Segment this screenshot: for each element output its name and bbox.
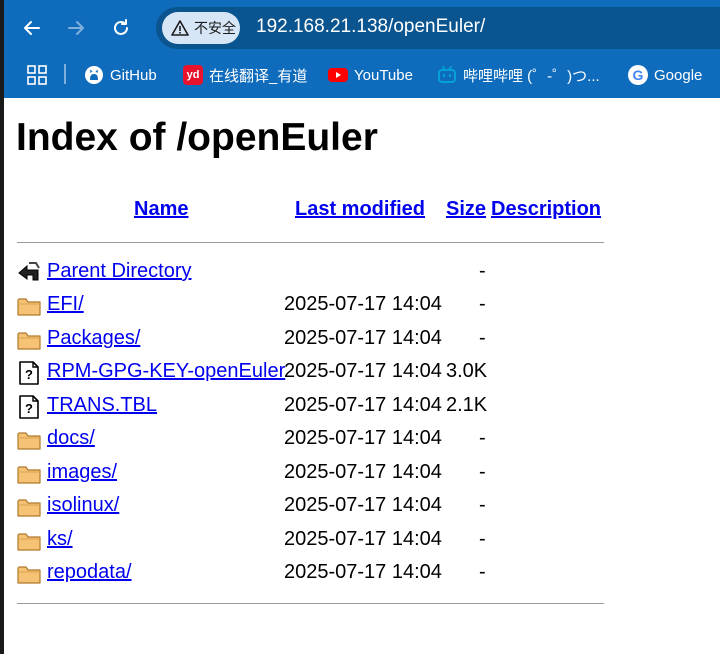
folder-icon — [16, 494, 42, 520]
google-icon: G — [628, 65, 648, 85]
last-modified-cell: 2025-07-17 14:04 — [284, 527, 442, 550]
table-row: ? RPM-GPG-KEY-openEuler 2025-07-17 14:04 3.… — [16, 358, 616, 386]
folder-icon — [16, 327, 42, 353]
apps-grid-icon — [27, 65, 47, 85]
table-row: Packages/2025-07-17 14:04 - — [16, 325, 616, 353]
bookmark-label: GitHub — [110, 66, 157, 84]
column-header-description[interactable]: Description — [491, 198, 601, 221]
table-row: ? TRANS.TBL 2025-07-17 14:04 2.1K — [16, 392, 616, 420]
svg-text:?: ? — [25, 401, 33, 416]
last-modified-cell: 2025-07-17 14:04 — [284, 293, 442, 315]
folder-icon — [16, 461, 42, 487]
back-arrow-icon — [24, 21, 40, 35]
last-modified-cell: 2025-07-17 14:04 — [284, 427, 442, 449]
entry-link[interactable]: RPM-GPG-KEY-openEuler — [47, 360, 285, 383]
warning-icon — [171, 20, 189, 36]
header-divider — [17, 242, 604, 243]
last-modified-cell: 2025-07-17 14:04 — [284, 460, 442, 483]
table-row: images/2025-07-17 14:04 - — [16, 459, 616, 487]
entry-link[interactable]: isolinux/ — [47, 494, 119, 517]
parent-directory-link[interactable]: Parent Directory — [47, 260, 192, 283]
github-icon — [84, 65, 104, 85]
folder-icon — [16, 528, 42, 554]
folder-icon — [16, 293, 42, 319]
bookmarks-separator — [64, 64, 66, 84]
column-header-size[interactable]: Size — [446, 198, 486, 221]
apps-button[interactable] — [27, 64, 47, 86]
table-row-parent: Parent Directory - — [16, 258, 616, 286]
folder-icon — [16, 427, 42, 453]
unknown-file-icon: ? — [16, 394, 42, 420]
svg-text:?: ? — [25, 367, 33, 382]
size-cell: - — [479, 494, 486, 516]
table-row: docs/2025-07-17 14:04 - — [16, 425, 616, 453]
window-edge — [0, 0, 4, 654]
bookmark-youtube[interactable]: YouTube — [328, 64, 413, 86]
entry-link[interactable]: repodata/ — [47, 561, 132, 584]
youtube-icon — [328, 65, 348, 85]
bookmark-github[interactable]: GitHub — [84, 64, 157, 86]
table-row: ks/2025-07-17 14:04 - — [16, 526, 616, 554]
entry-link[interactable]: ks/ — [47, 528, 73, 551]
entry-link[interactable]: docs/ — [47, 427, 95, 450]
last-modified-cell: 2025-07-17 14:04 — [284, 326, 442, 349]
bookmark-bilibili[interactable]: 哔哩哔哩 (゜-゜)つ... — [437, 64, 600, 86]
address-bar[interactable]: 不安全 192.168.21.138/openEuler/ — [156, 7, 720, 49]
youdao-icon: yd — [183, 65, 203, 85]
security-label: 不安全 — [194, 21, 236, 37]
page-title: Index of /openEuler — [16, 116, 378, 159]
size-cell: - — [479, 293, 486, 315]
size-cell: - — [479, 260, 486, 282]
bookmark-label: YouTube — [354, 66, 413, 84]
security-chip[interactable]: 不安全 — [162, 12, 240, 44]
forward-arrow-icon — [68, 21, 84, 35]
last-modified-cell: 2025-07-17 14:04 — [284, 561, 442, 583]
bookmarks-bar: GitHub yd 在线翻译_有道 YouTube 哔哩哔哩 (゜-゜)つ...… — [0, 56, 720, 94]
back-button[interactable] — [15, 11, 49, 45]
entry-link[interactable]: EFI/ — [47, 293, 84, 316]
bookmark-label: Google — [654, 66, 703, 84]
size-cell: - — [479, 527, 486, 550]
size-cell: - — [479, 460, 486, 483]
footer-divider — [17, 603, 604, 604]
table-row: EFI/2025-07-17 14:04 - — [16, 291, 616, 319]
last-modified-cell: 2025-07-17 14:04 — [284, 360, 442, 382]
browser-toolbar: 不安全 192.168.21.138/openEuler/ — [0, 0, 720, 56]
size-cell: - — [479, 427, 486, 449]
bookmark-label: 在线翻译_有道 — [209, 67, 308, 85]
size-cell: - — [479, 561, 486, 583]
bookmark-youdao[interactable]: yd 在线翻译_有道 — [183, 64, 307, 86]
entry-link[interactable]: TRANS.TBL — [47, 394, 157, 417]
bookmark-label: 哔哩哔哩 (゜-゜)つ... — [463, 67, 600, 85]
table-row: repodata/2025-07-17 14:04 - — [16, 559, 616, 587]
folder-icon — [16, 561, 42, 587]
bookmark-google[interactable]: G Google — [628, 64, 702, 86]
entry-link[interactable]: Packages/ — [47, 327, 140, 350]
reload-icon — [114, 19, 128, 35]
column-header-last-modified[interactable]: Last modified — [295, 198, 425, 221]
bilibili-icon — [437, 65, 457, 85]
size-cell: - — [479, 326, 486, 349]
unknown-file-icon: ? — [16, 360, 42, 386]
column-header-name[interactable]: Name — [134, 198, 188, 221]
reload-button[interactable] — [104, 11, 138, 45]
entry-link[interactable]: images/ — [47, 461, 117, 484]
url-text[interactable]: 192.168.21.138/openEuler/ — [256, 16, 485, 38]
back-arrow-icon — [18, 262, 40, 281]
last-modified-cell: 2025-07-17 14:04 — [284, 393, 442, 416]
size-cell: 2.1K — [446, 393, 488, 416]
table-row: isolinux/2025-07-17 14:04 - — [16, 492, 616, 520]
last-modified-cell: 2025-07-17 14:04 — [284, 494, 442, 516]
browser-chrome: 不安全 192.168.21.138/openEuler/ GitHub yd … — [0, 0, 720, 98]
size-cell: 3.0K — [446, 360, 488, 382]
forward-button[interactable] — [59, 11, 93, 45]
